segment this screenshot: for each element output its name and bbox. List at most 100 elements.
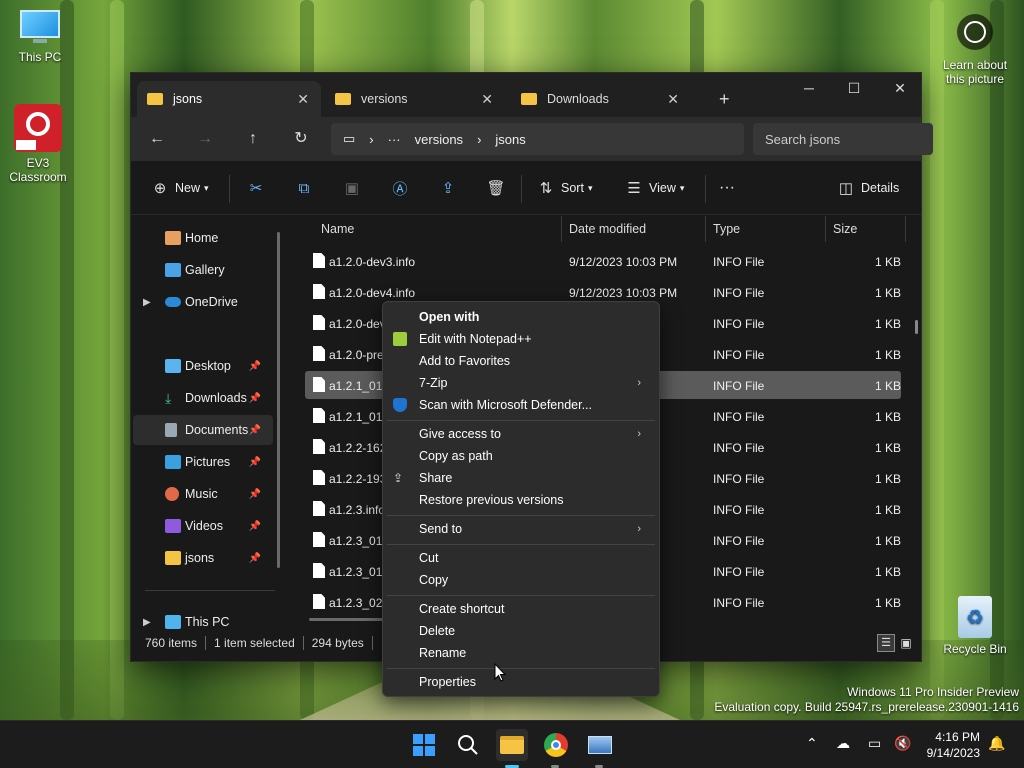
nav-item-videos[interactable]: Videos 📌 [133, 511, 273, 541]
menu-item-edit-with-notepad[interactable]: Edit with Notepad++ [393, 328, 651, 350]
nav-item-jsons[interactable]: jsons 📌 [133, 543, 273, 573]
chevron-up-icon[interactable]: ⌃ [806, 736, 818, 752]
nav-item-music[interactable]: Music 📌 [133, 479, 273, 509]
breadcrumb-item[interactable]: versions [415, 132, 463, 147]
column-header-name[interactable]: Name [321, 216, 354, 242]
delete-button[interactable]: 🗑 [486, 179, 505, 197]
menu-item-7-zip[interactable]: 7-Zip › [419, 372, 651, 394]
horizontal-scrollbar[interactable] [309, 618, 389, 621]
breadcrumb-item[interactable]: jsons [495, 132, 525, 147]
nav-item-pictures[interactable]: Pictures 📌 [133, 447, 273, 477]
share-button[interactable]: ⇪ [439, 179, 457, 197]
close-tab-icon[interactable]: ✕ [667, 91, 679, 108]
desktop-icon-recycle-bin[interactable]: ♻ Recycle Bin [935, 596, 1015, 656]
view-button[interactable]: ☰ View ▾ [625, 179, 684, 197]
cell-size: 1 KB [875, 286, 902, 300]
cell-size: 1 KB [875, 410, 902, 424]
cell-type: INFO File [713, 441, 765, 455]
menu-item-create-shortcut[interactable]: Create shortcut [419, 598, 651, 620]
cell-size: 1 KB [875, 441, 902, 455]
cell-size: 1 KB [875, 379, 902, 393]
file-icon [313, 501, 325, 516]
tiles-view-button[interactable]: ▣ [897, 634, 915, 652]
start-button[interactable] [408, 729, 440, 761]
menu-item-cut[interactable]: Cut [419, 547, 651, 569]
menu-item-add-to-favorites[interactable]: Add to Favorites [419, 350, 651, 372]
copy-button[interactable]: ⧉ [295, 179, 313, 197]
cell-type: INFO File [713, 255, 765, 269]
volume-muted-icon[interactable]: 🔇 [894, 736, 911, 752]
desktop-icon-this-pc[interactable]: This PC [0, 10, 80, 64]
menu-item-give-access-to[interactable]: Give access to › [419, 423, 651, 445]
menu-item-restore-previous-versions[interactable]: Restore previous versions [419, 489, 651, 511]
close-window-button[interactable]: ✕ [877, 73, 923, 103]
menu-item-delete[interactable]: Delete [419, 620, 651, 642]
spotlight-learn-about-picture[interactable]: Learn about this picture [932, 14, 1018, 86]
menu-item-open-with[interactable]: Open with [419, 306, 651, 328]
menu-item-rename[interactable]: Rename [419, 642, 651, 664]
column-header-type[interactable]: Type [713, 216, 740, 242]
new-label: New [175, 181, 201, 195]
clock[interactable]: 4:16 PM 9/14/2023 [927, 729, 980, 761]
nav-scrollbar[interactable] [277, 232, 280, 568]
desktop-icon-ev3-classroom[interactable]: EV3 Classroom [0, 104, 78, 184]
minimize-button[interactable]: ─ [786, 73, 832, 103]
tab-downloads[interactable]: Downloads ✕ [511, 81, 691, 117]
cell-size: 1 KB [875, 317, 902, 331]
column-header-size[interactable]: Size [833, 216, 857, 242]
tab-versions[interactable]: versions ✕ [325, 81, 505, 117]
sort-button[interactable]: ⇅ Sort ▾ [537, 179, 593, 197]
new-button[interactable]: ⊕ New ▾ [151, 179, 209, 197]
cut-button[interactable]: ✂ [247, 179, 265, 197]
chevron-right-icon[interactable]: ▶ [143, 297, 151, 308]
nav-item-home[interactable]: Home [133, 223, 273, 253]
menu-item-scan-defender[interactable]: Scan with Microsoft Defender... [393, 394, 651, 416]
nav-item-desktop[interactable]: Desktop 📌 [133, 351, 273, 381]
menu-item-copy[interactable]: Copy [419, 569, 651, 591]
new-tab-button[interactable]: + [709, 81, 740, 117]
menu-item-copy-as-path[interactable]: Copy as path [419, 445, 651, 467]
refresh-button[interactable]: ↻ [291, 129, 311, 149]
search-input[interactable]: Search jsons [753, 123, 933, 155]
paste-button[interactable]: ▣ [343, 179, 361, 197]
taskbar-chrome[interactable] [540, 729, 572, 761]
up-button[interactable]: ↑ [243, 129, 263, 149]
nav-item-documents[interactable]: Documents 📌 [133, 415, 273, 445]
file-icon [313, 284, 325, 299]
details-pane-button[interactable]: ◫ Details [837, 179, 899, 197]
tab-jsons[interactable]: jsons ✕ [137, 81, 321, 117]
notification-bell-icon[interactable]: 🔔 [988, 736, 1005, 752]
cloud-status-icon[interactable]: ☁ [836, 736, 850, 752]
forward-button[interactable]: → [195, 129, 215, 149]
nav-item-gallery[interactable]: Gallery [133, 255, 273, 285]
spotlight-label: Learn about this picture [942, 58, 1008, 86]
file-icon [313, 315, 325, 330]
taskbar-file-explorer[interactable] [496, 729, 528, 761]
breadcrumb[interactable]: ▭ › ··· versions › jsons [331, 123, 744, 155]
nav-label: OneDrive [185, 295, 238, 309]
navigation-pane: Home Gallery ▶ OneDrive Desktop 📌 ⤓ Down… [131, 216, 289, 629]
more-crumbs-icon[interactable]: ··· [388, 132, 401, 147]
column-header-date-modified[interactable]: Date modified [569, 216, 646, 242]
maximize-button[interactable]: ☐ [831, 73, 877, 103]
taskbar-photos[interactable] [584, 729, 616, 761]
menu-item-share[interactable]: ⇪ Share [393, 467, 651, 489]
network-icon[interactable]: ▭ [868, 736, 881, 752]
details-view-button[interactable]: ☰ [877, 634, 895, 652]
table-row[interactable]: a1.2.0-dev3.info 9/12/2023 10:03 PM INFO F… [305, 247, 901, 275]
search-button[interactable] [452, 729, 484, 761]
file-list-scrollbar[interactable] [915, 320, 918, 334]
cell-name: a1.2.3.info [329, 503, 386, 517]
menu-label: Give access to [419, 427, 501, 441]
menu-label: Copy [419, 573, 449, 587]
menu-item-properties[interactable]: Properties [419, 671, 651, 693]
menu-item-send-to[interactable]: Send to › [419, 518, 651, 540]
nav-item-downloads[interactable]: ⤓ Downloads 📌 [133, 383, 273, 413]
see-more-button[interactable]: ··· [719, 179, 735, 197]
menu-label: Restore previous versions [419, 493, 564, 507]
rename-button[interactable]: Ⓐ [391, 179, 409, 198]
close-tab-icon[interactable]: ✕ [297, 91, 309, 108]
back-button[interactable]: ← [147, 129, 167, 149]
nav-item-onedrive[interactable]: ▶ OneDrive [133, 287, 273, 317]
close-tab-icon[interactable]: ✕ [481, 91, 493, 108]
